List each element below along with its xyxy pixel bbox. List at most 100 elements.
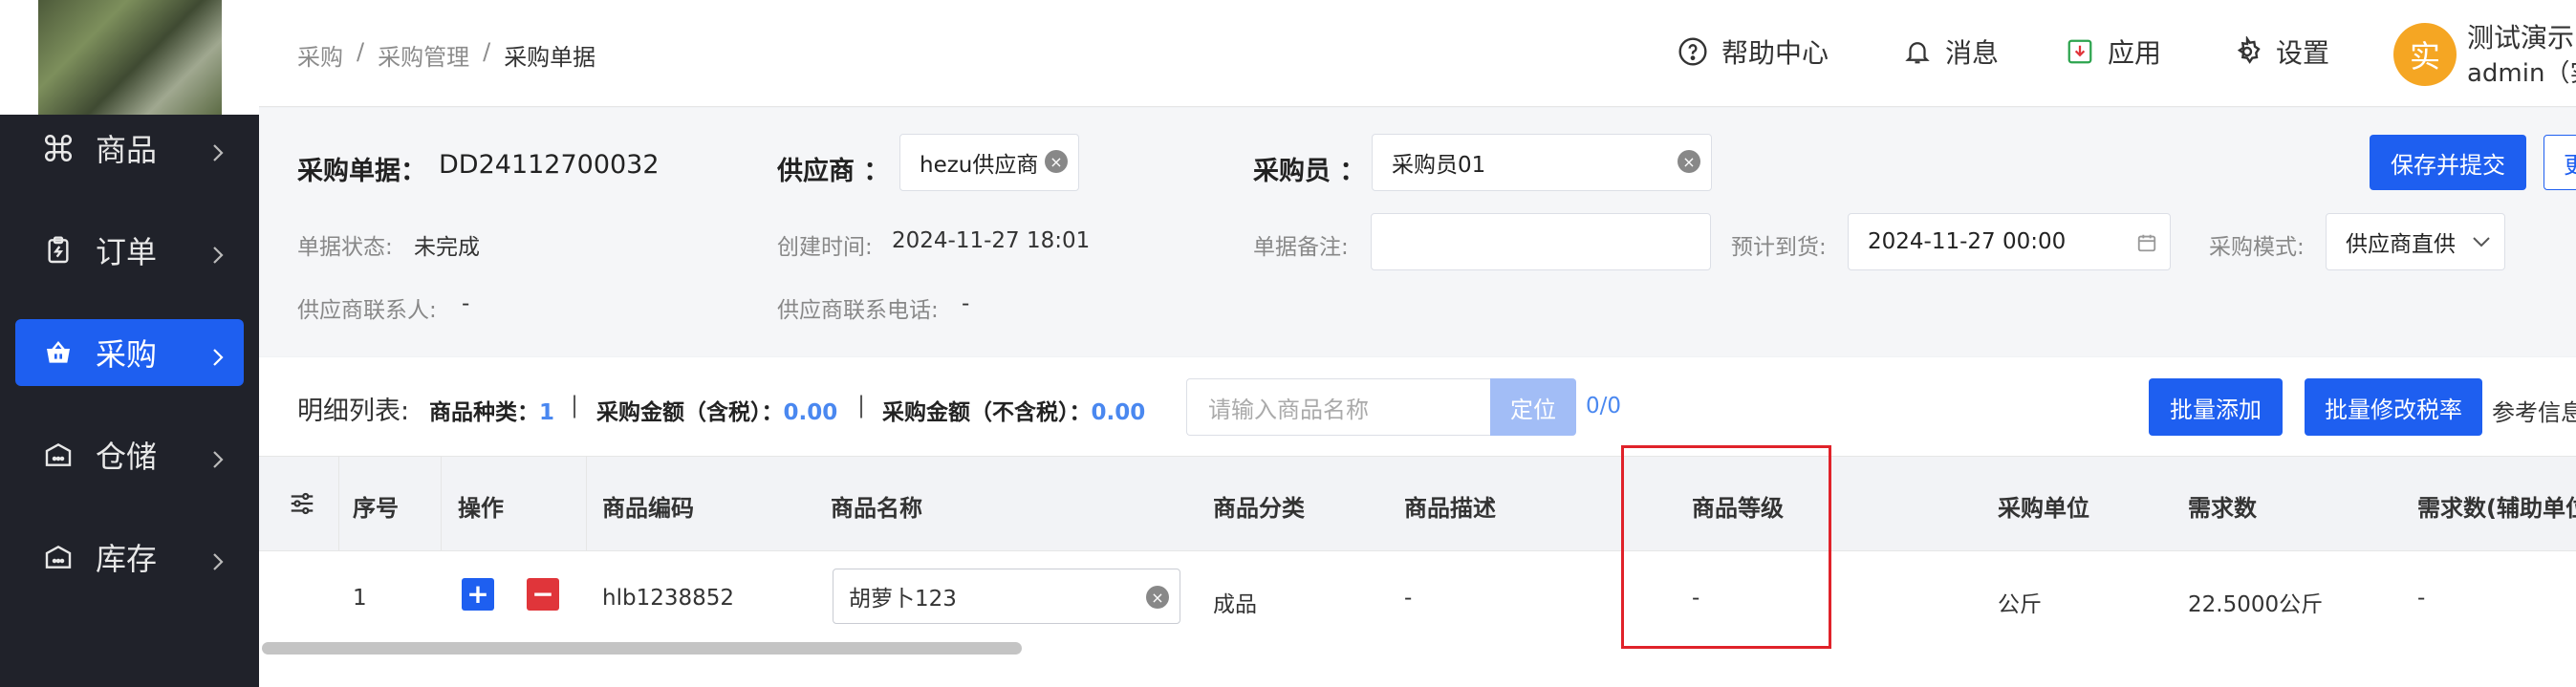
column-header-actions: 操作 (458, 495, 504, 522)
batch-add-button[interactable]: 批量添加 (2149, 378, 2283, 436)
gear-icon (2237, 36, 2261, 64)
cell-category: 成品 (1213, 592, 1257, 617)
logo-area (0, 0, 259, 115)
column-settings-icon[interactable] (288, 489, 316, 518)
sidebar-item-products[interactable]: 商品 (15, 115, 244, 182)
sidebar-item-label: 采购 (96, 336, 158, 373)
stat-separator: | (571, 392, 579, 419)
created-time-value: 2024-11-27 18:01 (892, 228, 1091, 253)
breadcrumb-item-purchase-management[interactable]: 采购管理 (378, 38, 469, 72)
column-header-code: 商品编码 (602, 495, 694, 522)
more-button[interactable]: 更 (2544, 135, 2576, 190)
scrollbar-thumb[interactable] (262, 642, 1022, 655)
apps-button[interactable]: 应用 (2066, 32, 2161, 71)
supplier-label: 供应商 ： (777, 157, 890, 186)
detail-list-title: 明细列表: (297, 397, 410, 426)
clipboard-icon (40, 232, 76, 268)
product-kinds-stat: 商品种类：1 (429, 394, 554, 426)
basket-icon (40, 334, 76, 371)
buyer-label: 采购员 ： (1253, 157, 1366, 186)
sidebar-item-inventory[interactable]: 库存 (15, 524, 244, 590)
breadcrumb-item-current: 采购单据 (504, 44, 596, 71)
help-center-button[interactable]: 帮助中心 (1678, 32, 1829, 71)
calendar-icon[interactable] (2136, 232, 2157, 253)
sidebar-item-storage[interactable]: 仓储 (15, 421, 244, 488)
table-header: 序号 操作 商品编码 商品名称 商品分类 商品描述 商品等级 采购单位 需求数 … (259, 456, 2576, 648)
user-name[interactable]: 测试演示 (2467, 17, 2574, 55)
cell-quantity: 22.5000公斤 (2188, 592, 2324, 617)
created-time-label: 创建时间: (777, 235, 873, 260)
mode-label: 采购模式: (2209, 235, 2305, 260)
clear-icon[interactable]: × (1045, 150, 1068, 173)
settings-button[interactable]: 设置 (2232, 32, 2329, 71)
sidebar-item-orders[interactable]: 订单 (15, 217, 244, 284)
amount-notax-value: 0.00 (1091, 400, 1146, 425)
chevron-right-icon (211, 545, 225, 581)
order-number-value: DD24112700032 (439, 150, 660, 180)
messages-label: 消息 (1945, 37, 2000, 69)
eta-date-picker[interactable]: 2024-11-27 00:00 (1848, 213, 2171, 270)
sidebar-item-label: 商品 (96, 132, 158, 168)
table-row: 1 + − hlb1238852 胡萝卜123 × 成品 - - 公斤 22.5… (259, 551, 2576, 647)
supplier-phone-value: - (962, 291, 970, 316)
column-header-quantity: 需求数 (2188, 495, 2257, 522)
sidebar: 商品 订单 采购 仓储 库存 (0, 0, 259, 687)
breadcrumb-item-purchase[interactable]: 采购 (297, 38, 343, 72)
amount-tax-label: 采购金额（含税）： (596, 400, 784, 425)
detail-list: 明细列表: 商品种类：1 | 采购金额（含税）：0.00 | 采购金额（不含税）… (259, 357, 2576, 687)
highlight-box (1621, 445, 1831, 649)
messages-button[interactable]: 消息 (1903, 32, 1999, 71)
chevron-right-icon (211, 442, 225, 479)
avatar[interactable]: 实 (2393, 23, 2457, 86)
warehouse-icon (40, 437, 76, 473)
status-label: 单据状态: (297, 235, 393, 260)
sidebar-item-label: 库存 (96, 541, 158, 577)
eta-value: 2024-11-27 00:00 (1868, 229, 2067, 254)
order-number-label: 采购单据： (297, 157, 426, 186)
save-submit-button[interactable]: 保存并提交 (2370, 135, 2526, 190)
stat-separator: | (857, 392, 866, 419)
supplier-phone-label: 供应商联系电话: (777, 298, 939, 323)
amount-tax-value: 0.00 (783, 400, 838, 425)
add-row-button[interactable]: + (462, 578, 494, 611)
cell-code: hlb1238852 (602, 586, 734, 611)
amount-notax-label: 采购金额（不含税）： (882, 400, 1092, 425)
product-kinds-label: 商品种类： (429, 400, 539, 425)
order-form: 采购单据： DD24112700032 供应商 ： hezu供应商 × 采购员 … (259, 108, 2576, 356)
chevron-right-icon (211, 238, 225, 274)
product-search-input[interactable]: 请输入商品名称 (1186, 378, 1492, 436)
chevron-down-icon[interactable] (2471, 234, 2492, 249)
logo-image (38, 0, 222, 115)
command-icon (40, 130, 76, 166)
column-header-category: 商品分类 (1213, 495, 1305, 522)
product-name-input[interactable]: 胡萝卜123 (833, 569, 1180, 624)
product-kinds-value: 1 (539, 400, 555, 425)
warehouse-icon (40, 539, 76, 575)
bell-icon (1905, 42, 1930, 64)
sidebar-item-purchase[interactable]: 采购 (15, 319, 244, 386)
cell-description: - (1404, 586, 1413, 611)
clear-icon[interactable]: × (1678, 150, 1700, 173)
buyer-select[interactable]: 采购员01 (1372, 134, 1712, 191)
help-center-label: 帮助中心 (1721, 37, 1829, 69)
clear-icon[interactable]: × (1146, 586, 1169, 609)
top-header: 采购 / 采购管理 / 采购单据 帮助中心 消息 应用 设置 实 测试演示 ad… (259, 0, 2576, 107)
remark-input[interactable] (1371, 213, 1711, 270)
product-name-value: 胡萝卜123 (849, 587, 957, 612)
amount-notax-stat: 采购金额（不含税）：0.00 (882, 394, 1145, 426)
apps-label: 应用 (2108, 37, 2162, 69)
supplier-value: hezu供应商 (920, 153, 1039, 178)
remove-row-button[interactable]: − (527, 578, 559, 611)
amount-tax-stat: 采购金额（含税）：0.00 (596, 394, 837, 426)
column-header-description: 商品描述 (1404, 495, 1496, 522)
reference-info[interactable]: 参考信息 (2492, 394, 2576, 427)
batch-tax-button[interactable]: 批量修改税率 (2305, 378, 2482, 436)
locate-button[interactable]: 定位 (1490, 378, 1576, 436)
supplier-contact-value: - (462, 291, 470, 316)
column-header-unit: 采购单位 (1998, 495, 2089, 522)
supplier-contact-label: 供应商联系人: (297, 298, 437, 323)
column-header-quantity-aux: 需求数(辅助单位 (2417, 495, 2576, 522)
cell-index: 1 (353, 586, 367, 611)
column-header-index: 序号 (353, 495, 399, 522)
buyer-value: 采购员01 (1392, 153, 1486, 178)
